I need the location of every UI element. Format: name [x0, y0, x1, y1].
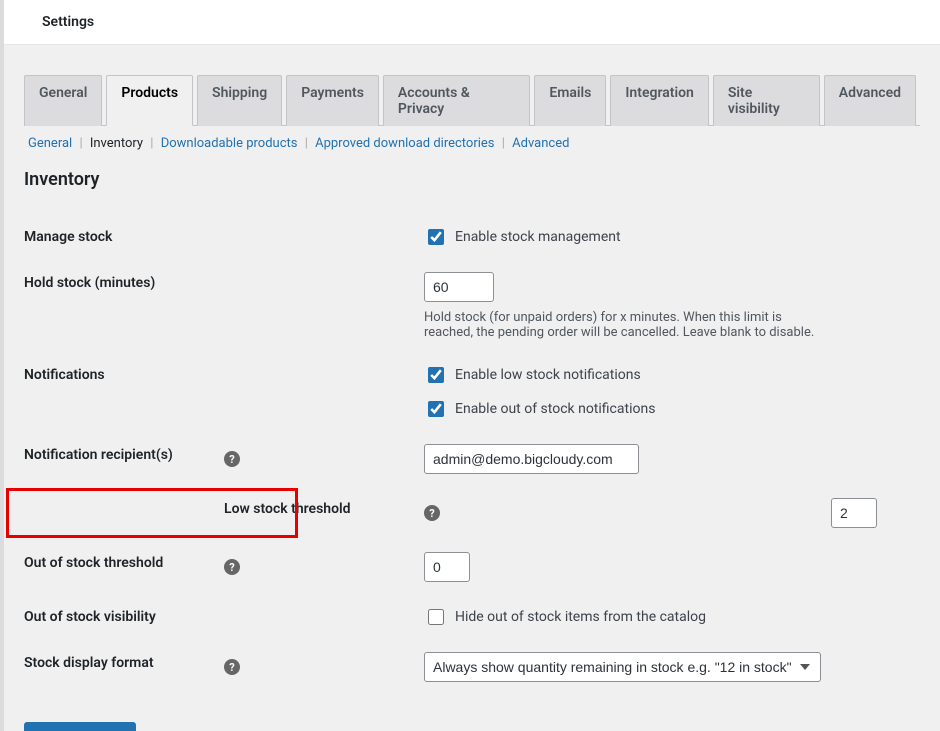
subtab-inventory: Inventory [86, 136, 147, 151]
tab-integration[interactable]: Integration [610, 75, 708, 126]
hold-stock-description: Hold stock (for unpaid orders) for x min… [424, 310, 821, 340]
low-stock-notif-checkbox[interactable] [428, 367, 444, 383]
oos-notif-checkbox[interactable] [428, 401, 444, 417]
separator: | [76, 136, 86, 151]
tab-emails[interactable]: Emails [534, 75, 606, 126]
oos-threshold-input[interactable] [424, 552, 470, 582]
label-recipients: Notification recipient(s) [24, 432, 224, 486]
tab-payments[interactable]: Payments [286, 75, 379, 126]
subtab-approved-download-directories[interactable]: Approved download directories [311, 136, 498, 151]
stock-display-select[interactable]: Always show quantity remaining in stock … [424, 652, 821, 682]
manage-stock-checkbox-label: Enable stock management [455, 229, 621, 245]
help-icon[interactable]: ? [224, 559, 240, 575]
header-bar: Settings [4, 0, 940, 45]
low-threshold-input[interactable] [831, 498, 877, 528]
help-icon[interactable]: ? [224, 659, 240, 675]
separator: | [147, 136, 157, 151]
oos-visibility-checkbox-label: Hide out of stock items from the catalog [455, 609, 706, 625]
tab-general[interactable]: General [24, 75, 102, 126]
label-hold-stock: Hold stock (minutes) [24, 260, 224, 352]
recipients-input[interactable] [424, 444, 639, 474]
label-stock-display: Stock display format [24, 640, 224, 694]
page-title: Settings [42, 14, 94, 30]
separator: | [301, 136, 311, 151]
tab-accounts-privacy[interactable]: Accounts & Privacy [383, 75, 530, 126]
label-notifications: Notifications [24, 352, 224, 432]
tab-site-visibility[interactable]: Site visibility [713, 75, 820, 126]
label-oos-threshold: Out of stock threshold [24, 540, 224, 594]
tab-products[interactable]: Products [106, 75, 193, 126]
manage-stock-checkbox[interactable] [428, 229, 444, 245]
label-low-threshold: Low stock threshold [224, 486, 424, 540]
label-oos-visibility: Out of stock visibility [24, 594, 224, 640]
label-manage-stock: Manage stock [24, 214, 224, 260]
subtab-downloadable-products[interactable]: Downloadable products [157, 136, 302, 151]
subtab-advanced[interactable]: Advanced [508, 136, 573, 151]
tab-shipping[interactable]: Shipping [197, 75, 282, 126]
low-stock-notif-label: Enable low stock notifications [455, 367, 641, 383]
separator: | [499, 136, 509, 151]
section-title: Inventory [24, 169, 920, 190]
help-icon[interactable]: ? [224, 451, 240, 467]
hold-stock-input[interactable] [424, 272, 494, 302]
sub-tabs: General | Inventory | Downloadable produ… [24, 136, 920, 151]
tab-advanced[interactable]: Advanced [824, 75, 916, 126]
main-tabs: GeneralProductsShippingPaymentsAccounts … [24, 75, 920, 126]
oos-notif-label: Enable out of stock notifications [455, 401, 655, 417]
help-icon[interactable]: ? [424, 505, 440, 521]
oos-visibility-checkbox[interactable] [428, 609, 444, 625]
save-button[interactable]: Save changes [24, 722, 136, 731]
subtab-general[interactable]: General [24, 136, 76, 151]
